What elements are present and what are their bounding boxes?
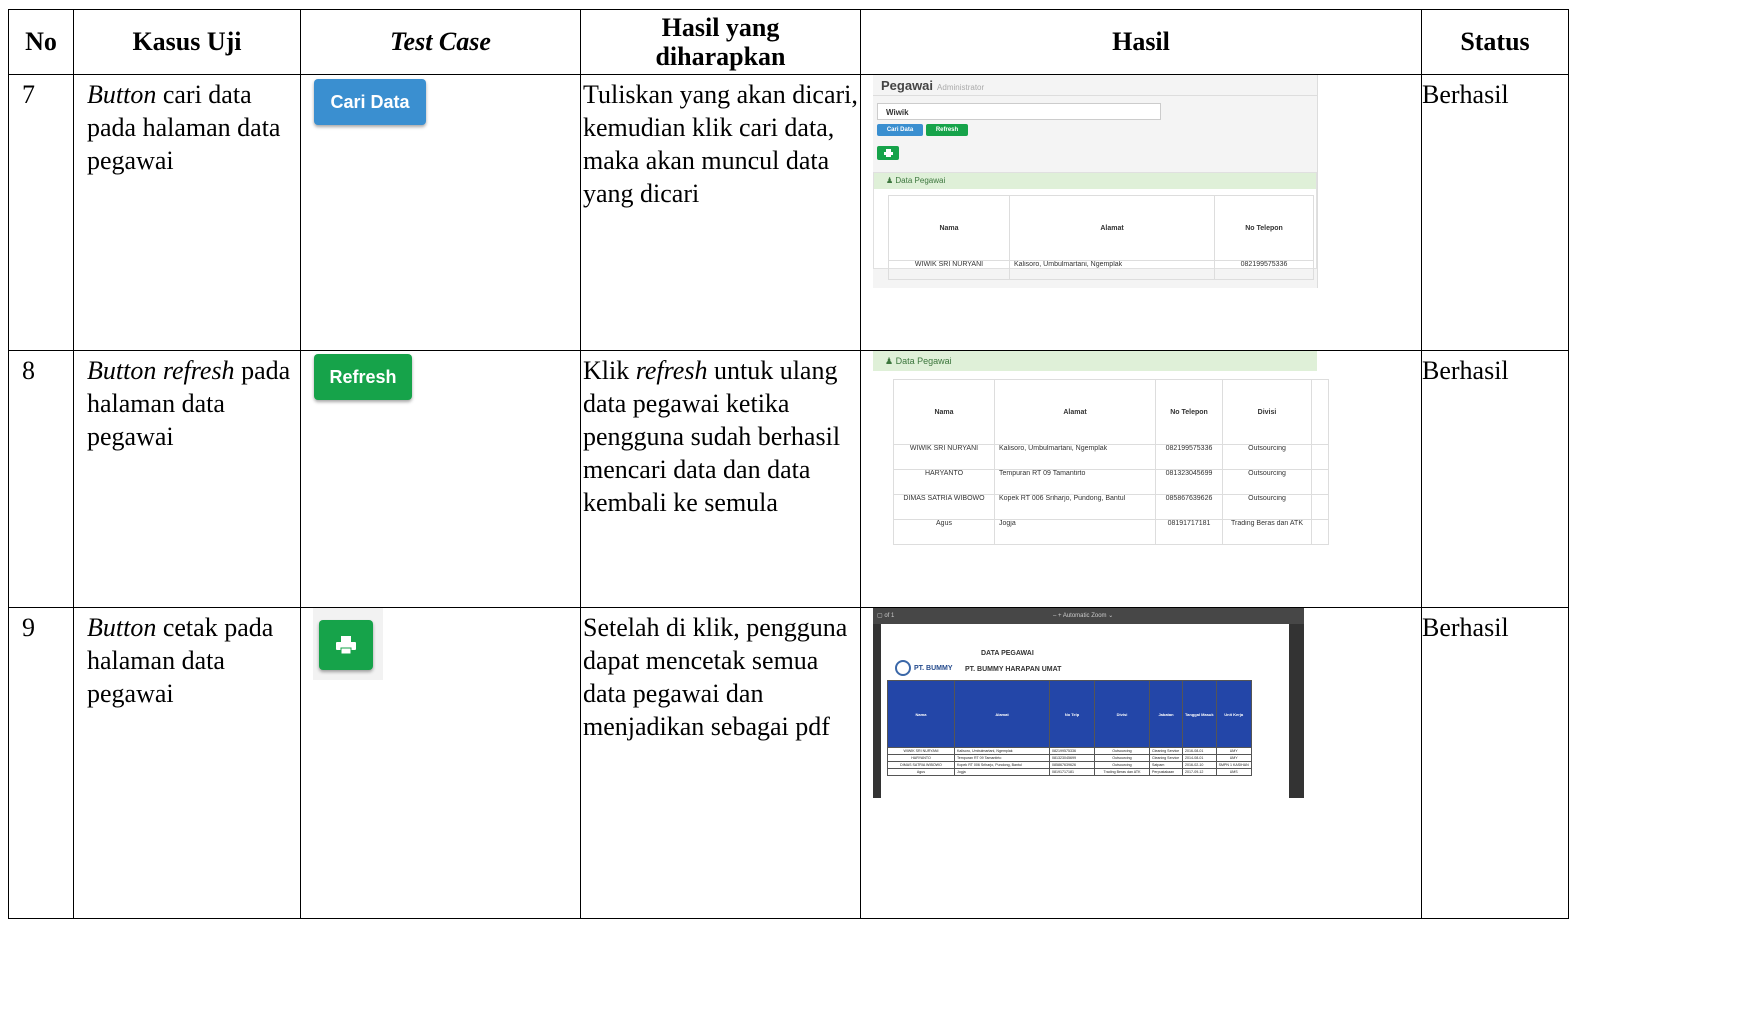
- col-alamat: Alamat: [1009, 195, 1215, 261]
- header-hasil: Hasil: [860, 9, 1422, 75]
- col-divisi: Divisi: [1222, 379, 1312, 445]
- panel-title: Data Pegawai: [895, 176, 946, 185]
- pdf-col: Unit Kerja: [1215, 680, 1252, 748]
- header-hasil-diharapkan-line1: Hasil yang: [661, 13, 780, 42]
- status-text: Berhasil: [1422, 356, 1509, 385]
- header-row: No Kasus Uji Test Case Hasil yang diharap…: [8, 9, 1569, 75]
- kasus-uji-text: Button refresh pada halaman data pegawai: [74, 351, 300, 453]
- cell: Tempuran RT 09 Tamantirto: [994, 469, 1156, 495]
- test-results-table-container: No Kasus Uji Test Case Hasil yang diharap…: [8, 9, 1569, 919]
- row-number: 7: [22, 80, 35, 109]
- header-hasil-diharapkan-line2: diharapkan: [655, 42, 786, 71]
- print-button[interactable]: [319, 620, 373, 670]
- kasus-uji-text: Button cari data pada halaman data pegaw…: [74, 75, 300, 177]
- status-text: Berhasil: [1422, 613, 1509, 642]
- pdf-col: Alamat: [954, 680, 1050, 748]
- cell: Kalisoro, Umbulmartani, Ngemplak: [1009, 260, 1215, 280]
- mini-cari-data-button[interactable]: Cari Data: [877, 124, 923, 136]
- panel-header: ♟ Data Pegawai: [873, 351, 1317, 371]
- col-alamat: Alamat: [994, 379, 1156, 445]
- cell: WIWIK SRI NURYANI: [888, 260, 1010, 280]
- kasus-italic: Button refresh: [87, 356, 235, 385]
- printer-icon: [336, 636, 356, 654]
- mini-result-table: Nama Alamat No Telepon Divisi WIWIK SRI …: [893, 379, 1329, 545]
- table-row: 8 Button refresh pada halaman data pegaw…: [8, 350, 1569, 608]
- cell: HARYANTO: [893, 469, 995, 495]
- mini-result-table: Nama Alamat No Telepon WIWIK SRI NURYANI Ka…: [888, 195, 1314, 280]
- col-nama: Nama: [888, 195, 1010, 261]
- header-no: No: [8, 9, 74, 75]
- cell: 08191717181: [1155, 519, 1223, 545]
- mini-print-button[interactable]: [877, 146, 899, 160]
- pdf-col: Tanggal Masuk: [1182, 680, 1217, 748]
- cell: 081323045699: [1155, 469, 1223, 495]
- page-subtitle: Administrator: [937, 83, 985, 92]
- cell: WIWIK SRI NURYANI: [893, 444, 995, 470]
- pdf-col: Divisi: [1094, 680, 1150, 748]
- col-telepon: No Telepon: [1214, 195, 1314, 261]
- expected-result-text: Klik refresh untuk ulang data pegawai ke…: [581, 351, 860, 519]
- cari-data-button[interactable]: Cari Data: [314, 79, 426, 125]
- pdf-data-table: Nama Alamat No Telp Divisi Jabatan Tangg…: [887, 680, 1252, 776]
- page-title: Pegawai Administrator: [881, 78, 984, 93]
- row-number: 9: [22, 613, 35, 642]
- cell: DIMAS SATRIA WIBOWO: [893, 494, 995, 520]
- expected-result-text: Setelah di klik, pengguna dapat mencetak…: [583, 613, 848, 741]
- zoom-controls[interactable]: – + Automatic Zoom ⌄: [1053, 608, 1113, 624]
- expected-pre: Klik: [583, 356, 636, 385]
- pdf-page: PT. BUMMY DATA PEGAWAI PT. BUMMY HARAPAN…: [881, 624, 1289, 798]
- printer-icon: [883, 149, 893, 157]
- expected-result-text: Tuliskan yang akan dicari, kemudian klik…: [583, 80, 858, 208]
- pdf-col: Jabatan: [1149, 680, 1183, 748]
- header-test-case: Test Case: [300, 9, 581, 75]
- kasus-italic: Button: [87, 80, 157, 109]
- kasus-uji-text: Button cetak pada halaman data pegawai: [74, 608, 300, 710]
- cell: Outsourcing: [1222, 494, 1312, 520]
- pdf-company-name: PT. BUMMY HARAPAN UMAT: [965, 666, 1062, 673]
- pdf-col: Nama: [887, 680, 955, 748]
- refresh-result-screenshot: ♟ Data Pegawai Nama Alamat No Telepon Di…: [873, 351, 1329, 545]
- status-text: Berhasil: [1422, 80, 1509, 109]
- panel-title: Data Pegawai: [895, 356, 952, 366]
- cell: 082199575336: [1155, 444, 1223, 470]
- row-number: 8: [22, 356, 35, 385]
- search-result-screenshot: Pegawai Administrator Wiwik Cari Data Ref…: [873, 75, 1318, 288]
- header-status: Status: [1421, 9, 1569, 75]
- company-logo: PT. BUMMY: [895, 660, 953, 676]
- cell: Outsourcing: [1222, 444, 1312, 470]
- pdf-toolbar: ▢ of 1 – + Automatic Zoom ⌄: [873, 608, 1304, 624]
- col-nama: Nama: [893, 379, 995, 445]
- table-row: 7 Button cari data pada halaman data peg…: [8, 74, 1569, 351]
- header-hasil-diharapkan: Hasil yang diharapkan: [580, 9, 861, 75]
- kasus-italic: Button: [87, 613, 157, 642]
- page-title-text: Pegawai: [881, 78, 934, 93]
- cell: Kalisoro, Umbulmartani, Ngemplak: [994, 444, 1156, 470]
- data-pegawai-panel: ♟ Data Pegawai Nama Alamat No Telepon WIWI…: [873, 172, 1317, 280]
- cell: Agus: [893, 519, 995, 545]
- pdf-preview-screenshot: ▢ of 1 – + Automatic Zoom ⌄ PT. BUMMY DA…: [873, 608, 1304, 798]
- header-kasus-uji: Kasus Uji: [73, 9, 301, 75]
- test-results-table: No Kasus Uji Test Case Hasil yang diharap…: [8, 9, 1569, 919]
- refresh-button[interactable]: Refresh: [314, 354, 412, 400]
- pdf-col: No Telp: [1049, 680, 1095, 748]
- table-row: 9 Button cetak pada halaman data pegawai…: [8, 607, 1569, 919]
- col-telepon: No Telepon: [1155, 379, 1223, 445]
- pdf-doc-title: DATA PEGAWAI: [981, 650, 1034, 657]
- cell: 085867639626: [1155, 494, 1223, 520]
- panel-header: ♟ Data Pegawai: [874, 173, 1316, 189]
- expected-italic: refresh: [635, 356, 708, 385]
- page-indicator: ▢ of 1: [877, 613, 895, 619]
- cell: Kopek RT 006 Sriharjo, Pundong, Bantul: [994, 494, 1156, 520]
- cell: Outsourcing: [1222, 469, 1312, 495]
- cell: Jogja: [994, 519, 1156, 545]
- mini-refresh-button[interactable]: Refresh: [926, 124, 968, 136]
- search-input[interactable]: Wiwik: [877, 103, 1161, 120]
- cell: Trading Beras dan ATK: [1222, 519, 1312, 545]
- cell: 082199575336: [1214, 260, 1314, 280]
